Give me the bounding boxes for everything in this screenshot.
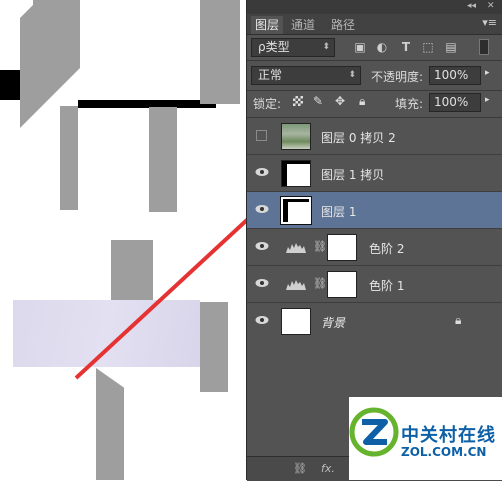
divider [247,90,502,91]
eye-icon[interactable] [255,277,269,289]
tab-layers[interactable]: 图层 [251,16,284,34]
eye-icon[interactable] [255,203,269,215]
layer-row[interactable]: 图层 0 拷贝 2 [247,118,502,155]
smart-object-filter-icon[interactable]: ▤ [444,41,458,53]
panel-tabs: 图层 通道 路径 ▾≡ [247,14,502,35]
watermark-domain: ZOL.COM.CN [401,445,487,459]
layer-row[interactable]: ⛓︎ 色阶 2 [247,229,502,266]
blend-mode-select[interactable]: 正常 ⬍ [251,66,361,85]
filter-kind-label: ρ类型 [258,40,290,54]
tab-paths[interactable]: 路径 [327,16,359,34]
fx-icon[interactable]: fx. [321,462,335,475]
lock-icon: 🔒︎ [455,313,462,327]
fill-value: 100% [434,95,469,109]
filter-kind-select[interactable]: ρ类型 ⬍ [251,38,335,57]
layer-thumbnail [281,123,311,150]
layer-name: 背景 [321,316,346,330]
lock-image-brush-icon[interactable]: ✎ [313,94,323,108]
updown-arrow-icon: ⬍ [322,42,330,52]
tab-channels[interactable]: 通道 [287,16,319,34]
opacity-dropdown-icon[interactable]: ▸ [485,68,490,78]
shape-filter-icon[interactable]: ⬚ [421,41,435,53]
layer-thumbnail [280,196,312,225]
lock-transparent-icon[interactable] [293,96,303,106]
layer-name: 图层 1 [321,205,357,219]
fill-dropdown-icon[interactable]: ▸ [485,95,490,105]
layer-mask-thumbnail [327,271,357,298]
lock-label: 锁定: [253,97,282,111]
image-filter-icon[interactable]: ▣ [353,41,367,53]
layer-name: 色阶 1 [369,279,405,293]
zol-logo-icon [349,407,399,457]
adjustment-filter-icon[interactable]: ◐ [375,41,389,53]
zol-watermark: 中关村在线 ZOL.COM.CN [349,397,502,480]
lock-position-move-icon[interactable]: ✥ [335,94,345,108]
layer-row[interactable]: 图层 1 拷贝 [247,155,502,192]
link-icon[interactable]: ⛓︎ [313,277,327,290]
visibility-toggle[interactable] [256,130,267,141]
fill-label: 填充: [395,97,424,111]
fill-field[interactable]: 100% [429,93,481,112]
eye-icon[interactable] [255,240,269,252]
layer-row[interactable]: ⛓︎ 色阶 1 [247,266,502,303]
layer-thumbnail [281,308,311,335]
eye-icon[interactable] [255,314,269,326]
layer-name: 图层 0 拷贝 2 [321,131,396,145]
link-layers-icon[interactable]: ⛓︎ [293,462,307,475]
type-filter-icon[interactable]: T [399,41,413,53]
divider [247,60,502,61]
levels-histogram-icon [286,280,306,290]
link-icon[interactable]: ⛓︎ [313,240,327,253]
opacity-label: 不透明度: [371,70,424,84]
filter-toggle-icon[interactable] [479,39,489,55]
layer-row[interactable]: 背景 🔒︎ [247,303,502,340]
layer-mask-thumbnail [327,234,357,261]
layer-name: 色阶 2 [369,242,405,256]
opacity-value: 100% [434,68,469,82]
layer-name: 图层 1 拷贝 [321,168,385,182]
close-icon[interactable]: ✕ [487,1,495,11]
lock-all-icon[interactable]: 🔒︎ [359,94,365,109]
blend-mode-value: 正常 [258,68,283,82]
levels-histogram-icon [286,243,306,253]
updown-arrow-icon: ⬍ [348,70,356,80]
layer-row-selected[interactable]: 图层 1 [247,192,502,229]
opacity-field[interactable]: 100% [429,66,481,85]
watermark-title: 中关村在线 [401,425,496,446]
eye-icon[interactable] [255,166,269,178]
panel-title-strip: ◂◂ ✕ [247,0,502,14]
layer-thumbnail [281,160,311,187]
panel-menu-icon[interactable]: ▾≡ [482,16,497,29]
collapse-icon[interactable]: ◂◂ [467,1,476,11]
